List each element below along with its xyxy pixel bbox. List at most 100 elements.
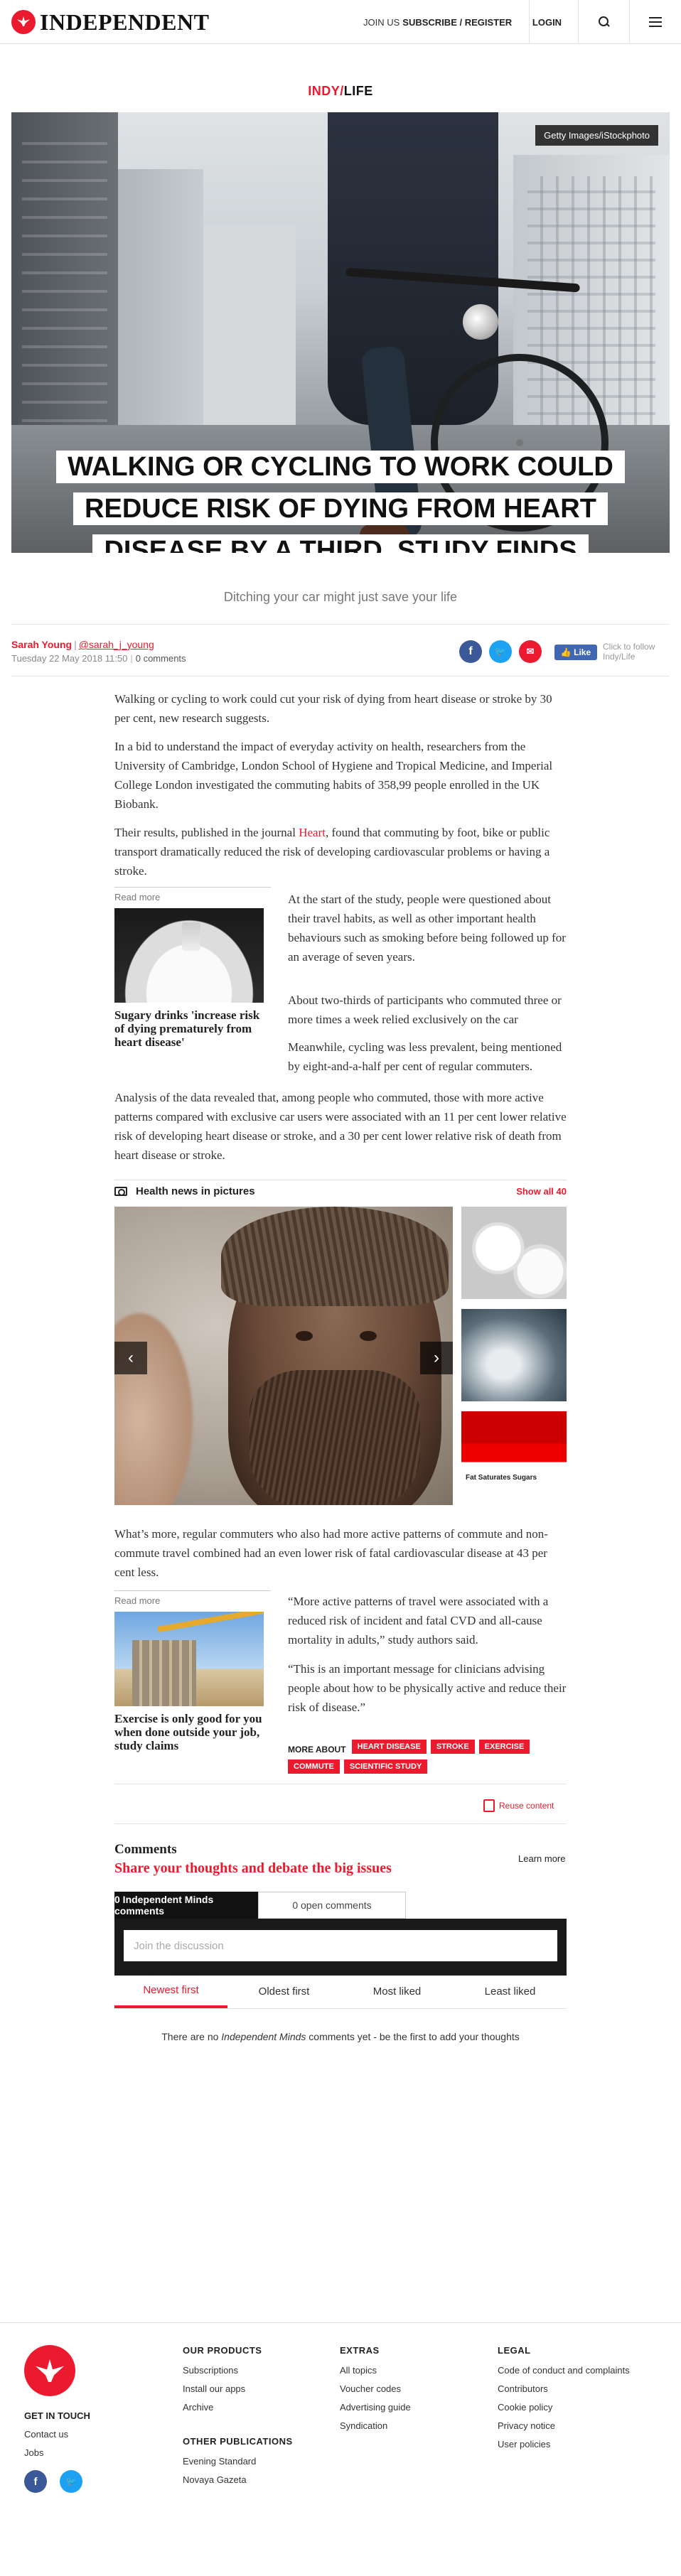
topic-tag[interactable]: HEART DISEASE: [351, 1740, 427, 1754]
footer-link[interactable]: Syndication: [340, 2420, 387, 2431]
divider: [114, 2008, 567, 2009]
footer-link[interactable]: Cookie policy: [498, 2402, 552, 2413]
article-paragraph: Their results, published in the journal …: [114, 823, 567, 880]
footer-legal-heading: LEGAL: [498, 2345, 531, 2356]
gallery-show-all-link[interactable]: Show all 40: [516, 1186, 567, 1197]
article-paragraph: About two-thirds of participants who com…: [288, 993, 562, 1026]
menu-button[interactable]: [630, 0, 681, 44]
no-comments-text: comments yet - be the first to add your …: [306, 2031, 520, 2042]
facebook-like-button[interactable]: 👍 Like: [554, 645, 597, 660]
sort-most-liked[interactable]: Most liked: [340, 1974, 454, 2008]
gallery-image-eye: [296, 1331, 313, 1341]
share-twitter-button[interactable]: 🐦: [489, 640, 512, 663]
footer-link[interactable]: All topics: [340, 2365, 377, 2376]
sort-newest-first[interactable]: Newest first: [114, 1974, 227, 2008]
comments-count-link[interactable]: 0 comments: [136, 653, 186, 664]
photo-credit: Getty Images/iStockphoto: [535, 125, 658, 146]
gallery-image-eye: [360, 1331, 377, 1341]
login-button[interactable]: LOGIN: [516, 0, 579, 44]
reuse-content-link[interactable]: Reuse content: [483, 1799, 567, 1812]
footer-link[interactable]: Subscriptions: [183, 2365, 238, 2376]
article-paragraph: What’s more, regular commuters who also …: [114, 1527, 548, 1579]
author-twitter-handle[interactable]: @sarah_j_young: [79, 639, 154, 650]
gallery-thumbnail[interactable]: [461, 1207, 567, 1299]
camera-icon: [114, 1187, 127, 1196]
search-button[interactable]: [579, 0, 630, 44]
standfirst: Ditching your car might just save your l…: [223, 590, 458, 604]
section-label[interactable]: INDY/LIFE: [0, 84, 681, 99]
read-more-title[interactable]: Sugary drinks 'increase risk of dying pr…: [114, 1008, 271, 1049]
footer-our-products-heading: OUR PRODUCTS: [183, 2345, 262, 2356]
footer-link[interactable]: Novaya Gazeta: [183, 2474, 247, 2485]
footer-eagle-logo-icon[interactable]: [24, 2345, 75, 2396]
hero-bicycle-lamp: [463, 304, 498, 340]
no-comments-text: There are no: [161, 2031, 222, 2042]
subscribe-register-link[interactable]: SUBSCRIBE / REGISTER: [402, 17, 512, 28]
facebook-icon: f: [33, 2475, 38, 2488]
like-label: Like: [574, 647, 591, 657]
footer-extras-heading: EXTRAS: [340, 2345, 380, 2356]
footer-link[interactable]: Install our apps: [183, 2383, 245, 2394]
search-icon: [598, 16, 610, 28]
gallery-thumbnail[interactable]: [461, 1309, 567, 1401]
reuse-document-icon: [483, 1799, 495, 1812]
topic-tag[interactable]: SCIENTIFIC STUDY: [343, 1759, 428, 1774]
learn-more-link[interactable]: Learn more: [518, 1853, 565, 1864]
article-paragraph: “More active patterns of travel were ass…: [288, 1595, 549, 1647]
section-label-part2: LIFE: [343, 84, 373, 98]
footer-facebook-button[interactable]: f: [24, 2470, 47, 2493]
gallery-prev-button[interactable]: ‹: [114, 1342, 147, 1374]
byline-bar: Sarah Young | @sarah_j_young Tuesday 22 Ma…: [11, 624, 670, 677]
footer-link[interactable]: Privacy notice: [498, 2420, 555, 2431]
thumbs-up-icon: 👍: [560, 647, 574, 657]
article-paragraph: Analysis of the data revealed that, amon…: [114, 1091, 567, 1162]
topic-tag[interactable]: STROKE: [430, 1740, 475, 1754]
twitter-icon: 🐦: [65, 2477, 77, 2486]
tab-independent-minds-comments[interactable]: 0 Independent Minds comments: [114, 1892, 258, 1919]
footer-link[interactable]: User policies: [498, 2439, 550, 2450]
footer-link[interactable]: Contributors: [498, 2383, 548, 2394]
gallery-next-button[interactable]: ›: [420, 1342, 453, 1374]
tab-open-comments[interactable]: 0 open comments: [258, 1892, 406, 1919]
footer-jobs-link[interactable]: Jobs: [24, 2447, 43, 2458]
eagle-logo-icon: [11, 10, 36, 34]
join-us-label: JOIN US: [363, 16, 400, 28]
twitter-icon: 🐦: [494, 646, 507, 657]
read-more-title[interactable]: Exercise is only good for you when done …: [114, 1712, 271, 1752]
topic-tag[interactable]: COMMUTE: [288, 1759, 340, 1774]
share-email-button[interactable]: ✉: [519, 640, 542, 663]
join-discussion-input[interactable]: [124, 1930, 557, 1961]
no-comments-message: There are no Independent Minds comments …: [114, 2031, 567, 2042]
gallery-thumbnail[interactable]: [461, 1411, 567, 1504]
sort-oldest-first[interactable]: Oldest first: [227, 1974, 340, 2008]
footer-twitter-button[interactable]: 🐦: [60, 2470, 82, 2493]
topic-tag[interactable]: EXERCISE: [478, 1740, 530, 1754]
more-about-label: MORE ABOUT: [288, 1745, 346, 1755]
site-logo[interactable]: INDEPENDENT: [11, 9, 209, 35]
footer-link[interactable]: Evening Standard: [183, 2456, 256, 2467]
author-name[interactable]: Sarah Young: [11, 639, 72, 650]
hero-building: [118, 169, 203, 453]
author-line: Sarah Young | @sarah_j_young: [11, 639, 154, 650]
read-more-image: [114, 1612, 264, 1706]
sort-least-liked[interactable]: Least liked: [454, 1974, 567, 2008]
footer-link[interactable]: Voucher codes: [340, 2383, 401, 2394]
hero-building: [203, 226, 296, 453]
section-label-part1: INDY: [308, 84, 340, 98]
article-paragraph: In a bid to understand the impact of eve…: [114, 740, 553, 811]
footer-link[interactable]: Code of conduct and complaints: [498, 2365, 630, 2376]
article-headline: Walking or cycling to work could reduce …: [56, 451, 625, 553]
gallery-main-image[interactable]: [114, 1207, 453, 1505]
headline-wrap: Walking or cycling to work could reduce …: [33, 446, 648, 553]
share-facebook-button[interactable]: f: [459, 640, 482, 663]
footer-link[interactable]: Archive: [183, 2402, 213, 2413]
read-more-card[interactable]: Read more Exercise is only good for you …: [114, 1590, 271, 1752]
join-us-area: JOIN US SUBSCRIBE / REGISTER: [363, 0, 530, 44]
read-more-label: Read more: [114, 1590, 271, 1607]
read-more-card[interactable]: Read more Sugary drinks 'increase risk o…: [114, 887, 271, 1049]
footer-link[interactable]: Advertising guide: [340, 2402, 411, 2413]
site-header: INDEPENDENT JOIN US SUBSCRIBE / REGISTER…: [0, 0, 681, 44]
comments-subtitle: Share your thoughts and debate the big i…: [114, 1860, 392, 1876]
footer-contact-us-link[interactable]: Contact us: [24, 2429, 68, 2440]
heart-journal-link[interactable]: Heart: [299, 826, 326, 839]
